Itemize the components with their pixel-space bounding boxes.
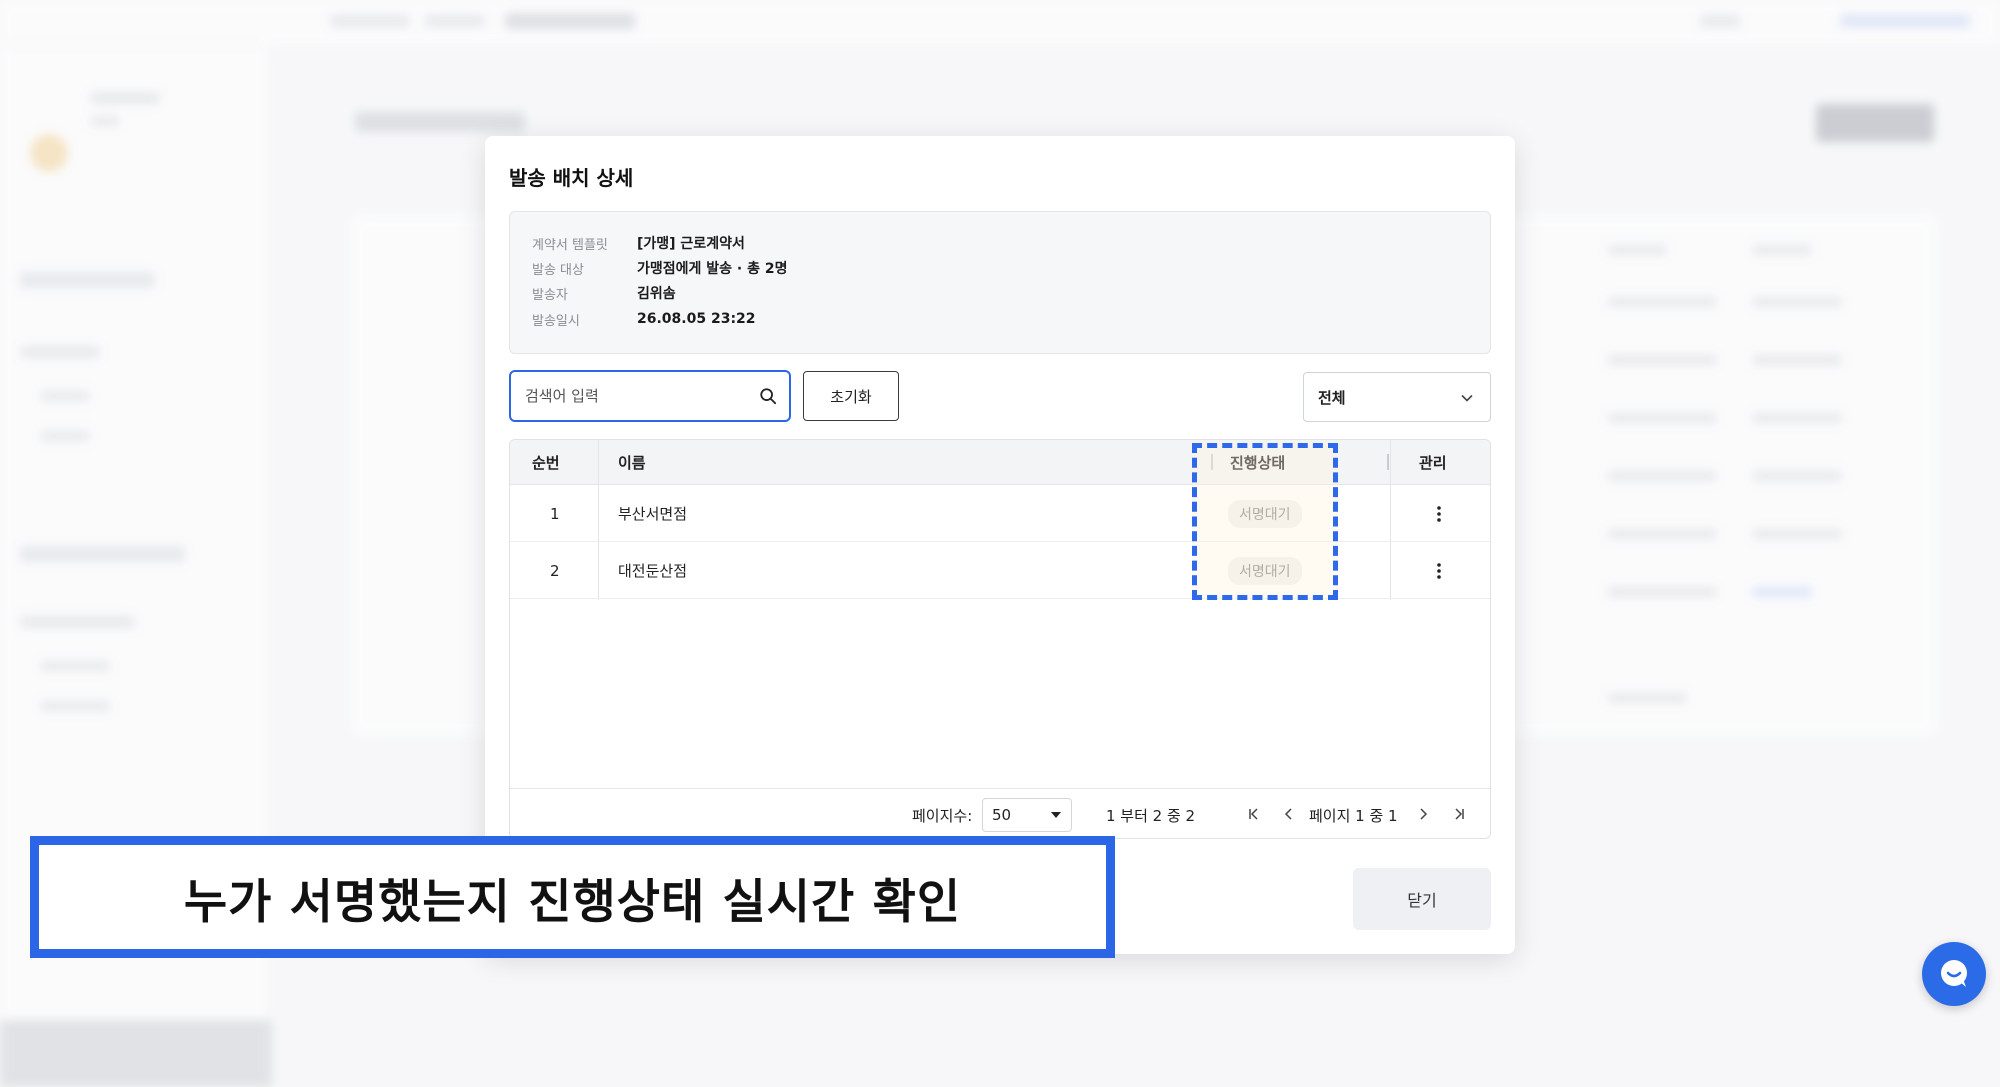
info-row-target: 발송 대상 가맹점에게 발송 · 총 2명 — [532, 257, 787, 279]
column-resize-handle[interactable] — [1387, 454, 1389, 470]
reset-button[interactable]: 초기화 — [803, 371, 899, 421]
info-row-sent-at: 발송일시 26.08.05 23:22 — [532, 308, 756, 330]
status-badge: 서명대기 — [1228, 499, 1302, 528]
row-status: 서명대기 — [1228, 485, 1302, 542]
recipient-table: 순번 이름 진행상태 관리 1 부산서면점 서명대기 2 대전둔산점 서명대기 — [509, 439, 1491, 839]
more-options-icon[interactable] — [1429, 561, 1449, 581]
chevron-down-icon — [1461, 394, 1473, 402]
table-row[interactable]: 2 대전둔산점 서명대기 — [510, 542, 1490, 599]
page-size-value: 50 — [992, 806, 1012, 824]
header-status: 진행상태 — [1230, 454, 1286, 472]
chat-support-button[interactable] — [1922, 942, 1986, 1006]
close-button[interactable]: 닫기 — [1353, 868, 1491, 930]
next-page-icon[interactable] — [1414, 805, 1432, 823]
last-page-icon[interactable] — [1450, 805, 1468, 823]
search-input[interactable] — [525, 387, 749, 405]
page-size-select[interactable]: 50 — [982, 798, 1072, 832]
info-key: 계약서 템플릿 — [532, 237, 608, 253]
row-index: 2 — [550, 561, 560, 580]
page-info: 페이지 1 중 1 — [1309, 807, 1398, 825]
info-value: 가맹점에게 발송 · 총 2명 — [637, 261, 788, 277]
chat-bubble-icon — [1941, 960, 1967, 987]
header-index: 순번 — [532, 454, 560, 472]
row-index: 1 — [550, 504, 560, 523]
info-row-template: 계약서 템플릿 [가맹] 근로계약서 — [532, 232, 745, 254]
search-box[interactable] — [509, 370, 791, 422]
caret-down-icon — [1051, 812, 1061, 818]
batch-info-box: 계약서 템플릿 [가맹] 근로계약서 발송 대상 가맹점에게 발송 · 총 2명… — [509, 211, 1491, 354]
info-value: 26.08.05 23:22 — [637, 311, 756, 327]
info-value: [가맹] 근로계약서 — [637, 236, 745, 252]
info-key: 발송일시 — [532, 313, 580, 329]
column-resize-handle[interactable] — [1211, 454, 1213, 470]
previous-page-icon[interactable] — [1280, 805, 1298, 823]
status-badge: 서명대기 — [1228, 556, 1302, 585]
table-pager: 페이지수: 50 1 부터 2 중 2 페이지 1 중 1 — [510, 788, 1490, 838]
info-key: 발송 대상 — [532, 262, 584, 278]
more-options-icon[interactable] — [1429, 504, 1449, 524]
search-icon[interactable] — [759, 387, 777, 405]
batch-detail-modal: 발송 배치 상세 계약서 템플릿 [가맹] 근로계약서 발송 대상 가맹점에게 … — [485, 136, 1515, 954]
table-row[interactable]: 1 부산서면점 서명대기 — [510, 485, 1490, 542]
caption-banner: 누가 서명했는지 진행상태 실시간 확인 — [30, 836, 1115, 958]
first-page-icon[interactable] — [1245, 805, 1263, 823]
modal-title: 발송 배치 상세 — [509, 166, 634, 190]
row-name: 대전둔산점 — [618, 562, 688, 580]
caption-text: 누가 서명했는지 진행상태 실시간 확인 — [183, 874, 962, 930]
header-manage: 관리 — [1419, 454, 1447, 472]
info-key: 발송자 — [532, 287, 568, 303]
row-name: 부산서면점 — [618, 505, 688, 523]
info-value: 김위솜 — [637, 286, 676, 302]
info-row-sender: 발송자 김위솜 — [532, 282, 676, 304]
page-range: 1 부터 2 중 2 — [1106, 807, 1196, 825]
filter-selected-value: 전체 — [1318, 388, 1346, 407]
header-name: 이름 — [618, 454, 646, 472]
row-status: 서명대기 — [1228, 542, 1302, 599]
status-filter-select[interactable]: 전체 — [1303, 372, 1491, 422]
table-header: 순번 이름 진행상태 관리 — [510, 440, 1490, 485]
page-size-label: 페이지수: — [912, 807, 973, 825]
